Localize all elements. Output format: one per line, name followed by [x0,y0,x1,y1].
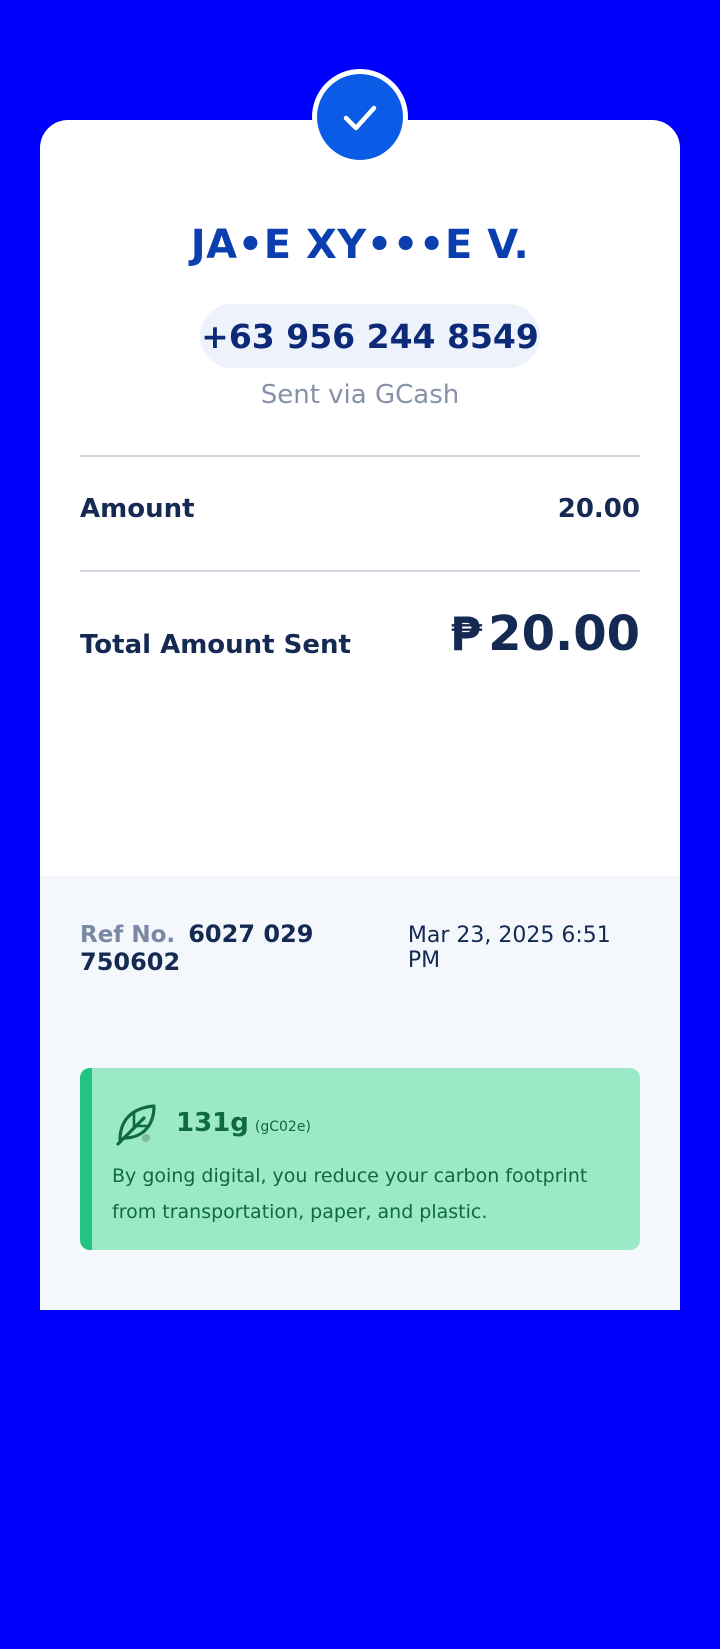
reference-row: Ref No. 6027 029 750602 Mar 23, 2025 6:5… [80,920,640,976]
receipt-card: JA•E XY•••E V. +63 956 244 8549 Sent via… [40,120,680,1310]
receipt-summary-section: JA•E XY•••E V. +63 956 244 8549 Sent via… [40,120,680,876]
eco-amount-value: 131g [176,1108,249,1138]
eco-impact-card: 131g (gC02e) By going digital, you reduce… [80,1068,640,1250]
reference-group: Ref No. 6027 029 750602 [80,920,408,976]
success-badge [312,69,408,165]
reference-label: Ref No. [80,922,176,948]
sent-via-label: Sent via GCash [260,380,460,410]
receipt-torn-edge [40,1296,680,1310]
total-amount-number: 20.00 [488,606,640,662]
eco-amount-unit: (gC02e) [254,1119,311,1135]
total-amount-label: Total Amount Sent [80,630,351,660]
leaf-icon [116,1104,156,1146]
amount-label: Amount [80,494,195,524]
amount-value: 20.00 [557,494,640,524]
success-circle [317,74,403,160]
eco-amount: 131g (gC02e) [176,1108,311,1138]
recipient-name: JA•E XY•••E V. [190,222,530,268]
transaction-datetime: Mar 23, 2025 6:51 PM [407,923,611,973]
eco-message: By going digital, you reduce your carbon… [112,1165,588,1223]
total-amount-value: ₱ 20.00 [450,606,640,662]
divider-middle [80,570,640,572]
recipient-phone: +63 956 244 8549 [200,304,540,368]
receipt-details-section: Ref No. 6027 029 750602 Mar 23, 2025 6:5… [40,876,680,1310]
check-icon [343,105,377,131]
eco-accent-bar [80,1068,92,1250]
currency-symbol: ₱ [450,607,483,661]
divider-top [80,455,640,457]
